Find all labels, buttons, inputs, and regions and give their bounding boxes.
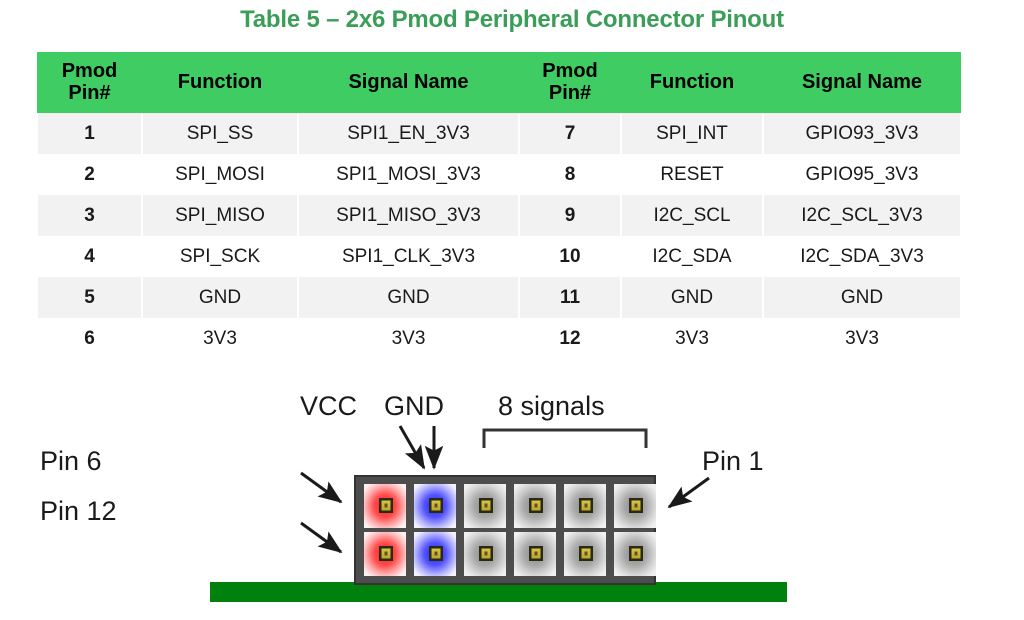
column-header-function-right: Function <box>621 52 763 114</box>
column-header-line1: Signal Name <box>348 70 469 93</box>
column-header-line2: Pin# <box>548 81 592 104</box>
label-pin-12: Pin 12 <box>40 496 117 526</box>
table-row: 1 SPI_SS SPI1_EN_3V3 7 SPI_INT GPIO93_3V… <box>36 113 962 155</box>
column-header-line1: Signal Name <box>801 70 923 93</box>
cell-function-left: SPI_MISO <box>141 195 299 237</box>
cell-signal-left: SPI1_MOSI_3V3 <box>297 154 520 196</box>
cell-pin-right: 7 <box>518 113 622 155</box>
cell-signal-right: GPIO93_3V3 <box>762 113 962 155</box>
table-header-row: Pmod Pin# Function Signal Name Pmod Pin#… <box>37 52 961 114</box>
pin-cell-12 <box>364 532 406 576</box>
cell-function-right: GND <box>620 277 764 319</box>
cell-signal-left: SPI1_EN_3V3 <box>297 113 520 155</box>
signals-bracket <box>482 428 648 448</box>
column-header-line1: Pmod <box>61 60 118 82</box>
label-vcc: VCC <box>300 391 357 421</box>
column-header-line2: Pin# <box>68 81 111 104</box>
cell-signal-left: SPI1_CLK_3V3 <box>297 236 520 278</box>
cell-signal-right: 3V3 <box>762 318 962 360</box>
column-header-line1: Function <box>177 70 263 93</box>
label-pin-1: Pin 1 <box>702 446 764 476</box>
pin-cell-7 <box>614 532 656 576</box>
cell-function-right: SPI_INT <box>620 113 764 155</box>
cell-pin-left: 1 <box>36 113 143 155</box>
cell-function-left: SPI_SS <box>141 113 299 155</box>
table-row: 3 SPI_MISO SPI1_MISO_3V3 9 I2C_SCL I2C_S… <box>36 195 962 237</box>
label-gnd: GND <box>384 391 444 421</box>
cell-signal-right: GPIO95_3V3 <box>762 154 962 196</box>
cell-signal-left: GND <box>297 277 520 319</box>
cell-pin-left: 3 <box>36 195 143 237</box>
cell-function-right: 3V3 <box>620 318 764 360</box>
column-header-pmod-pin-left: Pmod Pin# <box>37 52 142 114</box>
pin-cell-1 <box>614 484 656 528</box>
table-row: 5 GND GND 11 GND GND <box>36 277 962 319</box>
cell-function-left: 3V3 <box>141 318 299 360</box>
column-header-line1: Pmod <box>542 60 598 82</box>
column-header-function-left: Function <box>142 52 298 114</box>
pinout-table: Pmod Pin# Function Signal Name Pmod Pin#… <box>36 52 962 360</box>
cell-function-left: SPI_SCK <box>141 236 299 278</box>
column-header-pmod-pin-right: Pmod Pin# <box>519 52 621 114</box>
cell-signal-right: I2C_SCL_3V3 <box>762 195 962 237</box>
cell-signal-right: I2C_SDA_3V3 <box>762 236 962 278</box>
pin-cell-9 <box>514 532 556 576</box>
cell-pin-right: 12 <box>518 318 622 360</box>
pin-cell-6 <box>364 484 406 528</box>
arrow-pin-12 <box>300 521 343 554</box>
cell-pin-right: 9 <box>518 195 622 237</box>
pin-cell-5 <box>414 484 456 528</box>
column-header-signal-name-right: Signal Name <box>763 52 961 114</box>
pin-cell-10 <box>464 532 506 576</box>
pin-cell-8 <box>564 532 606 576</box>
label-8-signals: 8 signals <box>498 391 605 421</box>
column-header-signal-name-left: Signal Name <box>298 52 519 114</box>
cell-function-left: GND <box>141 277 299 319</box>
pin-cell-4 <box>464 484 506 528</box>
table-row: 2 SPI_MOSI SPI1_MOSI_3V3 8 RESET GPIO95_… <box>36 154 962 196</box>
table-row: 4 SPI_SCK SPI1_CLK_3V3 10 I2C_SDA I2C_SD… <box>36 236 962 278</box>
column-header-line1: Function <box>649 70 735 93</box>
cell-pin-right: 8 <box>518 154 622 196</box>
cell-signal-right: GND <box>762 277 962 319</box>
cell-function-right: RESET <box>620 154 764 196</box>
cell-signal-left: SPI1_MISO_3V3 <box>297 195 520 237</box>
cell-function-right: I2C_SDA <box>620 236 764 278</box>
connector-diagram: VCC GND 8 signals Pin 6 Pin 12 Pin 1 <box>0 380 1024 620</box>
page-title: Table 5 – 2x6 Pmod Peripheral Connector … <box>240 6 784 33</box>
table-row: 6 3V3 3V3 12 3V3 3V3 <box>36 318 962 360</box>
cell-function-right: I2C_SCL <box>620 195 764 237</box>
cell-pin-left: 2 <box>36 154 143 196</box>
arrow-vcc <box>398 425 426 470</box>
pin-cell-3 <box>514 484 556 528</box>
cell-pin-left: 5 <box>36 277 143 319</box>
cell-signal-left: 3V3 <box>297 318 520 360</box>
cell-pin-left: 6 <box>36 318 143 360</box>
cell-function-left: SPI_MOSI <box>141 154 299 196</box>
cell-pin-left: 4 <box>36 236 143 278</box>
label-pin-6: Pin 6 <box>40 446 102 476</box>
arrow-pin-6 <box>300 471 343 504</box>
arrow-pin-1 <box>667 476 710 509</box>
pin-cell-2 <box>564 484 606 528</box>
cell-pin-right: 11 <box>518 277 622 319</box>
cell-pin-right: 10 <box>518 236 622 278</box>
pin-cell-11 <box>414 532 456 576</box>
